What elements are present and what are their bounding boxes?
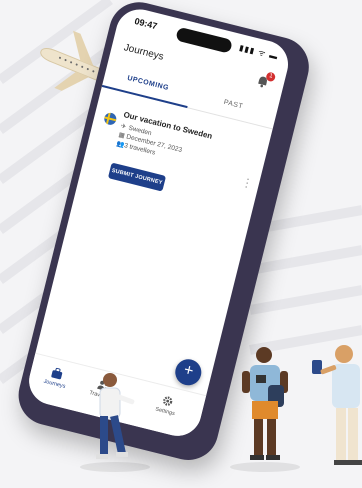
dynamic-island [175,26,233,54]
page-title: Journeys [122,42,165,63]
gear-icon [163,396,173,406]
traveller-illustration-left [96,373,135,459]
status-icons: ▮▮▮ ᯤ ▬ [238,43,280,62]
nav-item-settings[interactable]: Settings [145,390,189,419]
status-time: 09:47 [133,15,159,32]
nav-item-journeys[interactable]: Journeys [34,363,78,392]
more-options-icon[interactable]: · · · [243,174,251,193]
suitcase-icon [51,367,63,380]
nav-label-journeys: Journeys [42,378,66,390]
nav-label-settings: Settings [154,406,176,418]
add-journey-button[interactable]: + [172,356,205,389]
sweden-flag-icon [103,111,118,127]
tab-upcoming[interactable]: UPCOMING [104,69,191,97]
traveller-illustration-right [312,345,362,465]
tab-past[interactable]: PAST [190,91,277,119]
submit-journey-button[interactable]: SUBMIT JOURNEY [107,162,167,192]
traveller-illustration-middle [242,347,288,460]
